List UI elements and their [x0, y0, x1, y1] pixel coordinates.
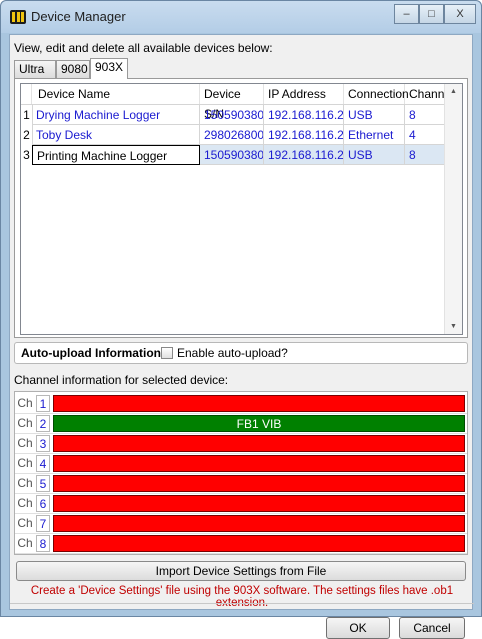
- table-row[interactable]: 2 Toby Desk 29802680004 192.168.116.24 E…: [21, 125, 446, 145]
- channel-prefix: Ch: [17, 416, 33, 430]
- channel-prefix: Ch: [17, 456, 33, 470]
- scroll-up-arrow-icon[interactable]: ▲: [445, 88, 462, 95]
- channel-status-bar: [53, 515, 465, 532]
- cell-device-sn[interactable]: 15059038001: [200, 145, 264, 165]
- cell-ip-address[interactable]: 192.168.116.23: [264, 145, 344, 165]
- channel-number: 5: [36, 475, 50, 492]
- channel-number: 3: [36, 435, 50, 452]
- channel-prefix: Ch: [17, 476, 33, 490]
- instructions-text: View, edit and delete all available devi…: [14, 41, 273, 55]
- cell-ip-address[interactable]: 192.168.116.24: [264, 125, 344, 145]
- channel-row: Ch 4: [15, 454, 467, 474]
- cell-channels[interactable]: 4: [405, 125, 446, 145]
- channel-number: 6: [36, 495, 50, 512]
- cell-device-name[interactable]: Toby Desk: [32, 125, 200, 145]
- table-row[interactable]: 1 Drying Machine Logger 15059038002 192.…: [21, 105, 446, 125]
- settings-file-hint: Create a 'Device Settings' file using th…: [30, 585, 454, 609]
- col-device-sn[interactable]: Device S/N: [200, 84, 264, 121]
- cell-channels[interactable]: 8: [405, 105, 446, 125]
- channel-number: 4: [36, 455, 50, 472]
- cell-channels[interactable]: 8: [405, 145, 446, 165]
- tab-panel-903x: Device Name Device S/N IP Address Connec…: [14, 78, 468, 338]
- channel-status-bar: [53, 495, 465, 512]
- channel-status-bar: [53, 395, 465, 412]
- cell-connection[interactable]: USB: [344, 145, 405, 165]
- channel-prefix: Ch: [17, 516, 33, 530]
- col-connection[interactable]: Connection: [344, 84, 409, 104]
- cell-device-name[interactable]: Drying Machine Logger: [32, 105, 200, 125]
- minimize-button[interactable]: –: [394, 4, 419, 24]
- close-button[interactable]: X: [444, 4, 476, 24]
- cell-device-sn[interactable]: 29802680004: [200, 125, 264, 145]
- cancel-button[interactable]: Cancel: [399, 617, 465, 639]
- enable-auto-upload-checkbox[interactable]: [161, 347, 173, 359]
- col-device-name[interactable]: Device Name: [32, 84, 200, 104]
- channel-number: 7: [36, 515, 50, 532]
- channel-row: Ch 3: [15, 434, 467, 454]
- import-device-settings-button[interactable]: Import Device Settings from File: [16, 561, 466, 581]
- devices-table: Device Name Device S/N IP Address Connec…: [20, 83, 463, 335]
- channel-row: Ch 5: [15, 474, 467, 494]
- table-header: Device Name Device S/N IP Address Connec…: [21, 84, 460, 121]
- channel-number: 8: [36, 535, 50, 552]
- cell-ip-address[interactable]: 192.168.116.22: [264, 105, 344, 125]
- tab-ultra-ii[interactable]: Ultra II: [14, 60, 56, 93]
- window-title: Device Manager: [31, 9, 126, 24]
- channel-row: Ch 7: [15, 514, 467, 534]
- enable-auto-upload-label[interactable]: Enable auto-upload?: [177, 346, 288, 360]
- channel-status-bar: FB1 VIB: [53, 415, 465, 432]
- cell-connection[interactable]: Ethernet: [344, 125, 405, 145]
- channel-prefix: Ch: [17, 496, 33, 510]
- channel-list: Ch 1 Ch 2 FB1 VIB Ch 3 Ch 4 Ch 5 Ch 6 Ch…: [14, 391, 468, 555]
- tab-9080[interactable]: 9080: [56, 60, 90, 78]
- app-logo-icon: [10, 10, 26, 24]
- channel-status-bar: [53, 475, 465, 492]
- header-row-number: [21, 84, 32, 104]
- col-channels[interactable]: Channels: [405, 84, 460, 104]
- title-bar[interactable]: Device Manager – □ X: [1, 1, 481, 33]
- scroll-down-arrow-icon[interactable]: ▼: [445, 323, 462, 330]
- device-manager-window: Device Manager – □ X View, edit and dele…: [0, 0, 482, 639]
- channel-status-bar: [53, 535, 465, 552]
- maximize-button[interactable]: □: [419, 4, 444, 24]
- table-vertical-scrollbar[interactable]: ▲ ▼: [444, 84, 462, 334]
- channel-info-label: Channel information for selected device:: [14, 373, 229, 387]
- channel-status-bar: [53, 435, 465, 452]
- dialog-client: View, edit and delete all available devi…: [9, 34, 474, 639]
- cell-device-sn[interactable]: 15059038002: [200, 105, 264, 125]
- channel-number: 1: [36, 395, 50, 412]
- channel-prefix: Ch: [17, 436, 33, 450]
- table-row-selected[interactable]: 3 Printing Machine Logger 15059038001 19…: [21, 145, 446, 165]
- channel-row: Ch 2 FB1 VIB: [15, 414, 467, 434]
- channel-row: Ch 6: [15, 494, 467, 514]
- ok-button[interactable]: OK: [326, 617, 390, 639]
- channel-prefix: Ch: [17, 396, 33, 410]
- auto-upload-label: Auto-upload Information:: [21, 346, 165, 360]
- channel-row: Ch 8: [15, 534, 467, 554]
- footer-divider: [10, 603, 474, 604]
- cell-connection[interactable]: USB: [344, 105, 405, 125]
- channel-row: Ch 1: [15, 394, 467, 414]
- col-ip-address[interactable]: IP Address: [264, 84, 344, 104]
- channel-status-bar: [53, 455, 465, 472]
- auto-upload-group: Auto-upload Information: Enable auto-upl…: [14, 342, 468, 364]
- channel-number: 2: [36, 415, 50, 432]
- cell-device-name[interactable]: Printing Machine Logger: [32, 145, 200, 165]
- channel-prefix: Ch: [17, 536, 33, 550]
- tab-903x[interactable]: 903X: [90, 58, 128, 79]
